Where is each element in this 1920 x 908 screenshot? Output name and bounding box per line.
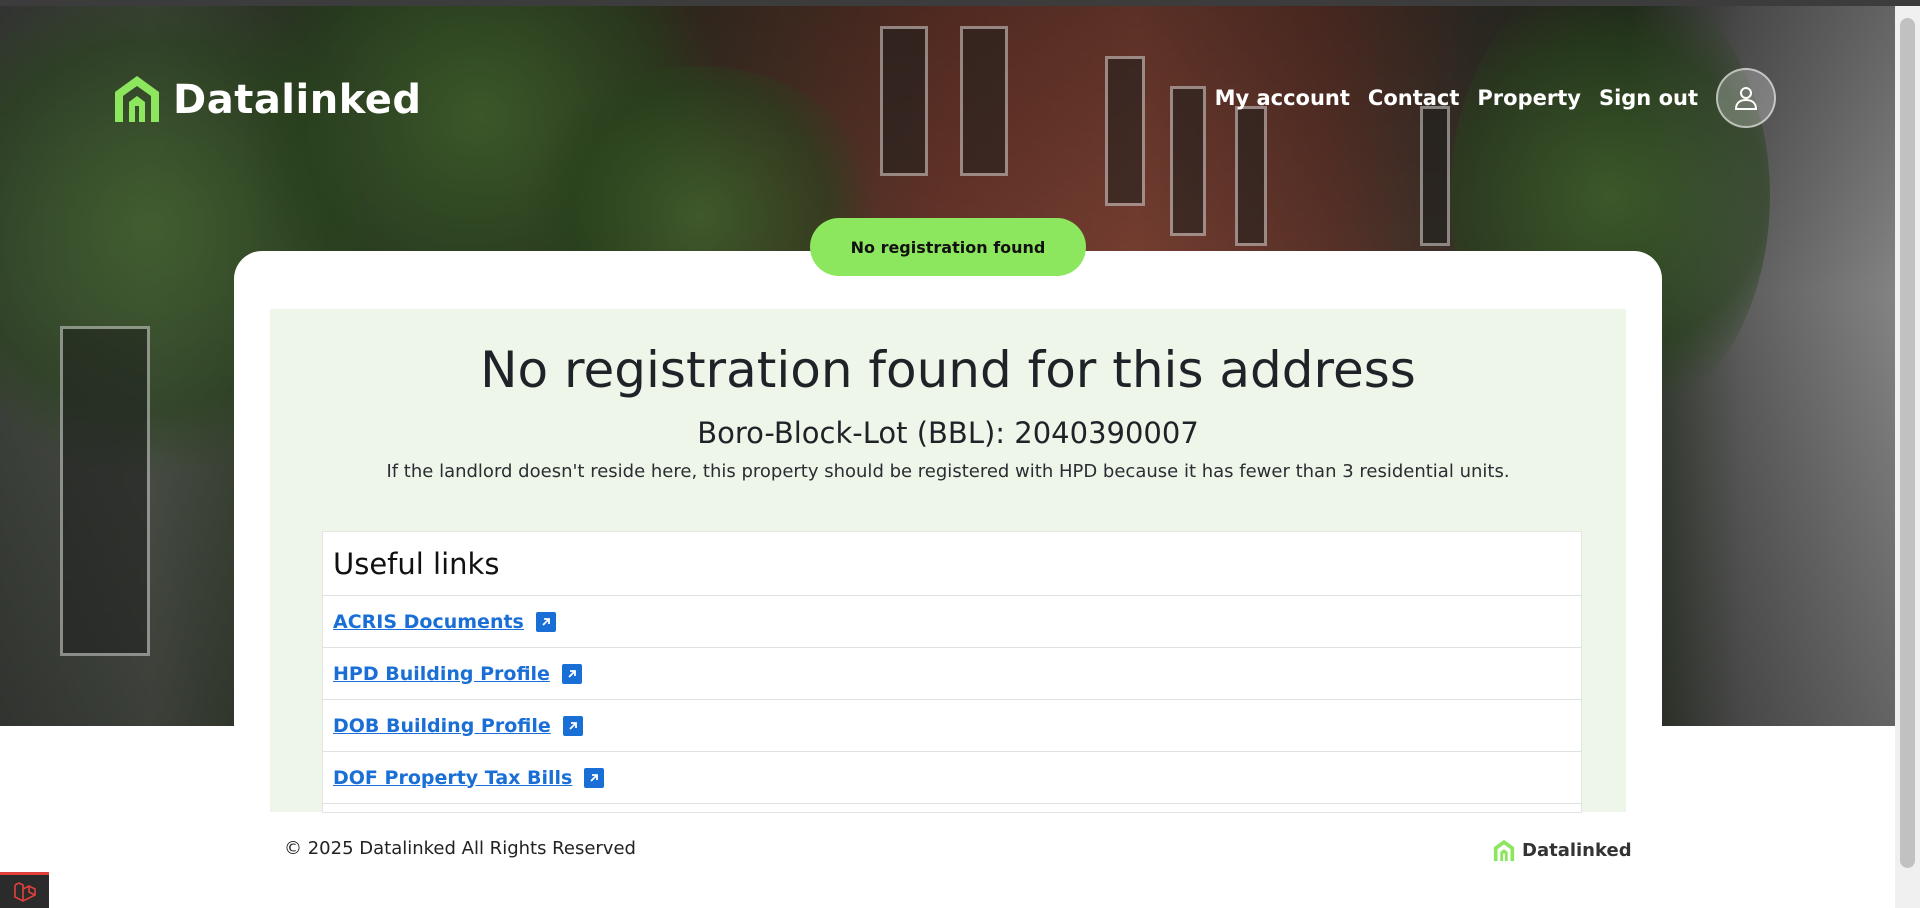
- list-item: DOB Building Profile: [323, 700, 1581, 752]
- house-logo-icon: [1493, 839, 1515, 862]
- page-title: No registration found for this address: [480, 341, 1416, 399]
- external-link-icon[interactable]: [561, 663, 582, 684]
- brand-logo[interactable]: Datalinked: [111, 72, 422, 128]
- brand-name: Datalinked: [173, 77, 422, 123]
- acris-documents-link[interactable]: ACRIS Documents: [333, 611, 524, 633]
- status-pill: No registration found: [810, 218, 1086, 276]
- registration-panel: No registration found for this address B…: [270, 309, 1626, 813]
- page-scrollbar[interactable]: [1895, 6, 1920, 908]
- dob-building-profile-link[interactable]: DOB Building Profile: [333, 715, 551, 737]
- dof-property-tax-bills-link[interactable]: DOF Property Tax Bills: [333, 767, 572, 789]
- user-icon: [1734, 87, 1758, 110]
- useful-links-box: Useful links ACRIS Documents HPD Buildin…: [322, 531, 1582, 813]
- list-item: HPD Building Profile: [323, 648, 1581, 700]
- main-nav: My account Contact Property Sign out: [1215, 68, 1776, 128]
- footer-brand-name: Datalinked: [1522, 839, 1632, 861]
- nav-property[interactable]: Property: [1477, 86, 1581, 110]
- house-logo-icon: [111, 72, 163, 128]
- bbl-label: Boro-Block-Lot (BBL):: [697, 416, 1015, 450]
- debugbar-toggle-button[interactable]: [0, 872, 49, 908]
- external-link-icon[interactable]: [535, 611, 556, 632]
- useful-links-title: Useful links: [323, 532, 1581, 596]
- list-item: DOF Property Tax Bills: [323, 752, 1581, 804]
- scrollbar-thumb[interactable]: [1900, 18, 1915, 868]
- external-link-icon[interactable]: [562, 715, 583, 736]
- bbl-value: 2040390007: [1014, 416, 1199, 450]
- user-avatar-button[interactable]: [1716, 68, 1776, 128]
- registration-notice: If the landlord doesn't reside here, thi…: [386, 461, 1510, 482]
- nav-contact[interactable]: Contact: [1368, 86, 1460, 110]
- footer-logo[interactable]: Datalinked: [1492, 838, 1632, 862]
- nav-sign-out[interactable]: Sign out: [1599, 86, 1698, 110]
- laravel-icon: [13, 881, 36, 902]
- nav-my-account[interactable]: My account: [1215, 86, 1350, 110]
- external-link-icon[interactable]: [584, 767, 605, 788]
- hpd-building-profile-link[interactable]: HPD Building Profile: [333, 663, 550, 685]
- list-item: ACRIS Documents: [323, 596, 1581, 648]
- footer-copyright: © 2025 Datalinked All Rights Reserved: [284, 838, 636, 859]
- bbl-line: Boro-Block-Lot (BBL): 2040390007: [270, 416, 1626, 450]
